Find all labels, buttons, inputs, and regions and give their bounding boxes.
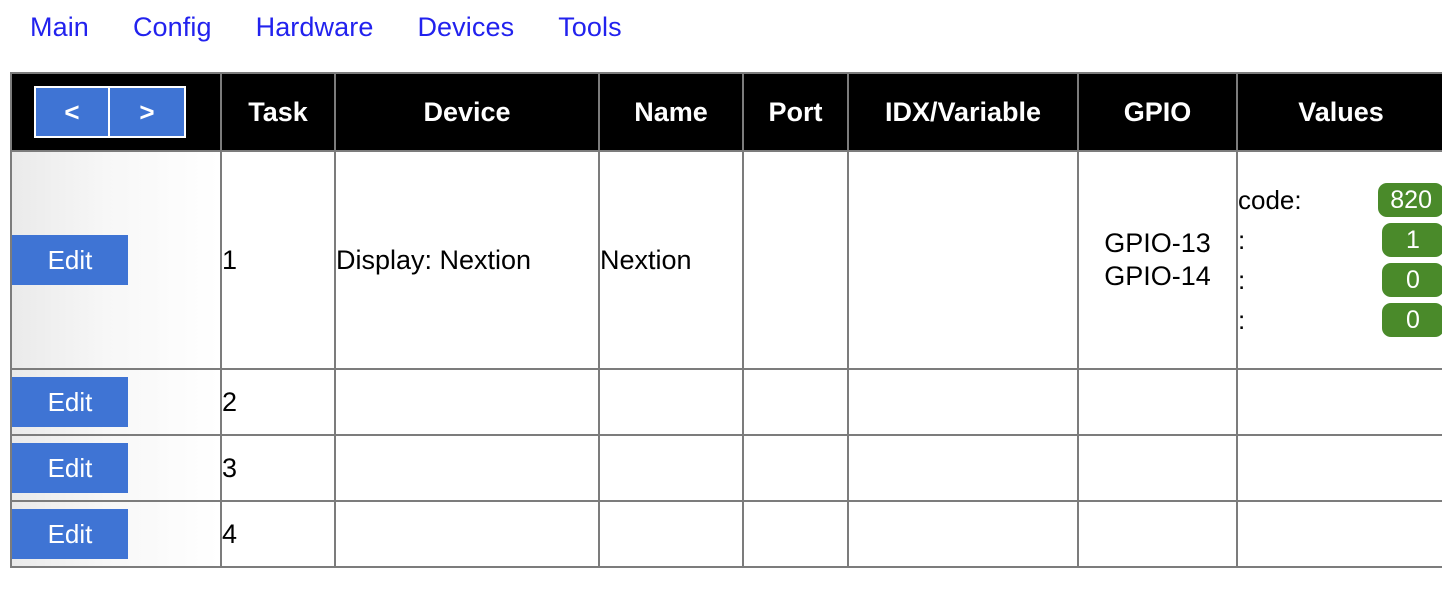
row-idx-variable [847, 500, 1079, 568]
gpio-line: GPIO-13 [1104, 228, 1211, 259]
header-name[interactable]: Name [598, 72, 744, 152]
row-values [1236, 368, 1442, 436]
edit-button[interactable]: Edit [12, 509, 128, 559]
header-port[interactable]: Port [742, 72, 849, 152]
header-task[interactable]: Task [220, 72, 336, 152]
row-gpio [1077, 434, 1238, 502]
status-badge: 1 [1382, 223, 1442, 257]
top-navigation-bar: Main Config Hardware Devices Tools [0, 0, 1442, 54]
devices-table-container: < > Task Device Name Port IDX/Variable G… [0, 54, 1442, 568]
table-header-row: < > Task Device Name Port IDX/Variable G… [10, 72, 1442, 152]
nav-link-tools[interactable]: Tools [558, 13, 622, 41]
row-name [598, 500, 744, 568]
row-task: 2 [220, 368, 336, 436]
pager-button-group: < > [12, 86, 220, 138]
status-badge: 0 [1382, 303, 1442, 337]
value-item: : 0 [1238, 303, 1442, 337]
row-task: 4 [220, 500, 336, 568]
value-label: : [1238, 264, 1246, 295]
value-item: : 1 [1238, 223, 1442, 257]
devices-table-head: < > Task Device Name Port IDX/Variable G… [10, 72, 1442, 152]
row-task: 3 [220, 434, 336, 502]
status-badge: 820 [1378, 183, 1442, 217]
row-gpio [1077, 500, 1238, 568]
row-name: Nextion [598, 150, 744, 370]
table-row: Edit 2 [10, 368, 1442, 436]
row-edit-cell: Edit [10, 500, 222, 568]
next-page-button[interactable]: > [110, 86, 186, 138]
row-gpio: GPIO-13 GPIO-14 [1077, 150, 1238, 370]
row-name [598, 368, 744, 436]
row-device: Display: Nextion [334, 150, 600, 370]
row-idx-variable [847, 434, 1079, 502]
row-port [742, 434, 849, 502]
edit-button[interactable]: Edit [12, 235, 128, 285]
header-pager-cell: < > [10, 72, 222, 152]
row-name [598, 434, 744, 502]
prev-page-button[interactable]: < [34, 86, 110, 138]
header-idx-variable[interactable]: IDX/Variable [847, 72, 1079, 152]
row-edit-cell: Edit [10, 368, 222, 436]
row-device [334, 368, 600, 436]
row-values: code: 820 : 1 : 0 : 0 [1236, 150, 1442, 370]
value-item: : 0 [1238, 263, 1442, 297]
row-port [742, 500, 849, 568]
row-port [742, 150, 849, 370]
row-device [334, 500, 600, 568]
row-edit-cell: Edit [10, 150, 222, 370]
row-gpio [1077, 368, 1238, 436]
status-badge: 0 [1382, 263, 1442, 297]
header-device[interactable]: Device [334, 72, 600, 152]
row-task: 1 [220, 150, 336, 370]
edit-button[interactable]: Edit [12, 377, 128, 427]
nav-link-hardware[interactable]: Hardware [256, 13, 374, 41]
devices-table: < > Task Device Name Port IDX/Variable G… [10, 72, 1442, 568]
value-item: code: 820 [1238, 183, 1442, 217]
row-idx-variable [847, 150, 1079, 370]
row-idx-variable [847, 368, 1079, 436]
nav-link-devices[interactable]: Devices [417, 13, 514, 41]
value-label: : [1238, 304, 1246, 335]
values-list: code: 820 : 1 : 0 : 0 [1238, 183, 1442, 337]
row-port [742, 368, 849, 436]
header-values[interactable]: Values [1236, 72, 1442, 152]
nav-link-config[interactable]: Config [133, 13, 212, 41]
row-edit-cell: Edit [10, 434, 222, 502]
table-row: Edit 1 Display: Nextion Nextion GPIO-13 … [10, 150, 1442, 370]
table-row: Edit 4 [10, 500, 1442, 568]
value-label: : [1238, 224, 1246, 255]
value-label: code: [1238, 184, 1302, 215]
row-values [1236, 434, 1442, 502]
nav-link-main[interactable]: Main [30, 13, 89, 41]
header-gpio[interactable]: GPIO [1077, 72, 1238, 152]
table-row: Edit 3 [10, 434, 1442, 502]
gpio-line: GPIO-14 [1104, 261, 1211, 291]
edit-button[interactable]: Edit [12, 443, 128, 493]
devices-table-body: Edit 1 Display: Nextion Nextion GPIO-13 … [10, 150, 1442, 568]
row-values [1236, 500, 1442, 568]
row-device [334, 434, 600, 502]
